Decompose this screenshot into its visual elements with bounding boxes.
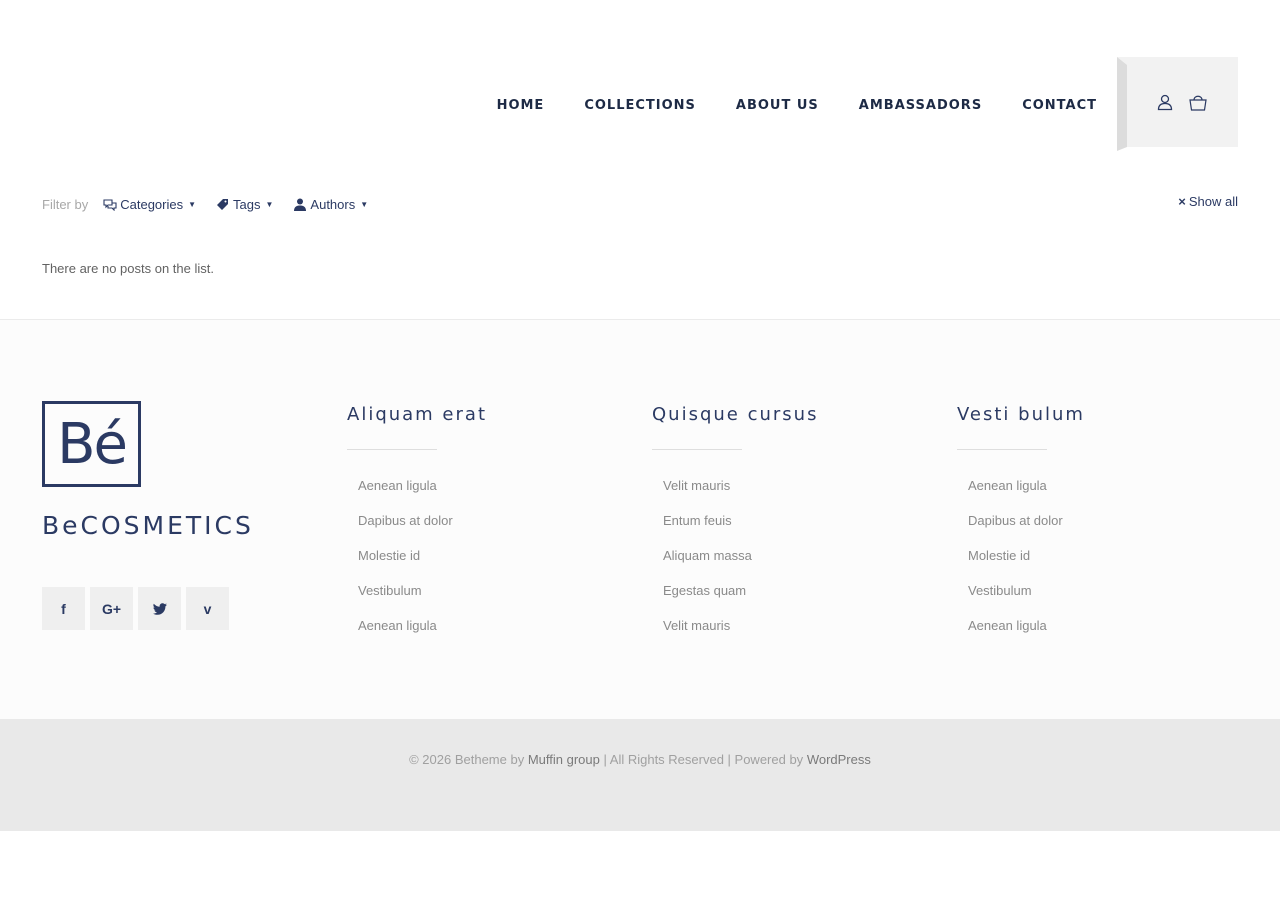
- filter-label: Filter by: [42, 196, 89, 212]
- facebook-icon[interactable]: f: [42, 587, 85, 630]
- nav-ambassadors[interactable]: AMBASSADORS: [859, 96, 982, 116]
- vimeo-icon[interactable]: v: [186, 587, 229, 630]
- user-icon[interactable]: [1156, 93, 1174, 111]
- show-all-button[interactable]: × Show all: [1178, 194, 1238, 209]
- show-all-label: Show all: [1188, 194, 1238, 209]
- divider: [957, 449, 1047, 450]
- filter-categories[interactable]: Categories ▼: [103, 197, 196, 212]
- nav-home[interactable]: HOME: [497, 96, 545, 116]
- comments-icon: [103, 198, 117, 211]
- copyright-text: © 2026 Betheme by Muffin group | All Rig…: [0, 752, 1280, 767]
- footer-widgets: Bé BeCOSMETICS f G+ v Aliquam erat Aenea…: [0, 319, 1280, 719]
- divider: [652, 449, 742, 450]
- top-bar-right: [1117, 57, 1238, 151]
- tag-icon: [217, 198, 229, 210]
- filter-authors[interactable]: Authors ▼: [293, 197, 368, 212]
- footer-link[interactable]: Vestibulum: [957, 573, 1227, 608]
- footer-column-2: Quisque cursus Velit mauris Entum feuis …: [652, 404, 922, 643]
- filter-tags-label: Tags: [233, 196, 261, 212]
- footer-link[interactable]: Velit mauris: [652, 468, 922, 503]
- footer-link[interactable]: Velit mauris: [652, 608, 922, 643]
- close-icon: ×: [1178, 194, 1186, 209]
- muffin-group-link[interactable]: Muffin group: [528, 752, 600, 767]
- social-links: f G+ v: [42, 587, 229, 630]
- main-nav: HOME COLLECTIONS ABOUT US AMBASSADORS CO…: [457, 96, 1097, 116]
- footer-column-title: Vesti bulum: [957, 404, 1085, 425]
- footer-link[interactable]: Aliquam massa: [652, 538, 922, 573]
- footer-logo[interactable]: Bé: [42, 401, 141, 487]
- footer-link[interactable]: Molestie id: [957, 538, 1227, 573]
- footer-column-3: Vesti bulum Aenean ligula Dapibus at dol…: [957, 404, 1227, 643]
- nav-about-us[interactable]: ABOUT US: [736, 96, 819, 116]
- footer-column-title: Aliquam erat: [347, 404, 487, 425]
- divider: [347, 449, 437, 450]
- footer-link[interactable]: Aenean ligula: [347, 468, 617, 503]
- brand-name: BeCOSMETICS: [42, 511, 254, 540]
- filter-categories-label: Categories: [120, 196, 184, 212]
- shopping-bag-icon[interactable]: [1188, 93, 1207, 111]
- footer-link[interactable]: Dapibus at dolor: [957, 503, 1227, 538]
- wordpress-link[interactable]: WordPress: [807, 752, 871, 767]
- footer-link[interactable]: Vestibulum: [347, 573, 617, 608]
- twitter-icon[interactable]: [138, 587, 181, 630]
- footer-link[interactable]: Aenean ligula: [347, 608, 617, 643]
- footer-link[interactable]: Entum feuis: [652, 503, 922, 538]
- filter-bar: Filter by Categories ▼ Tags ▼ Authors ▼ …: [42, 194, 1238, 214]
- caret-down-icon: ▼: [265, 199, 274, 209]
- footer-copyright: © 2026 Betheme by Muffin group | All Rig…: [0, 719, 1280, 831]
- copyright-prefix: © 2026 Betheme by: [409, 752, 525, 767]
- filter-tags[interactable]: Tags ▼: [216, 197, 273, 212]
- footer-link[interactable]: Egestas quam: [652, 573, 922, 608]
- user-icon: [294, 198, 307, 211]
- filter-authors-label: Authors: [310, 196, 356, 212]
- google-plus-icon[interactable]: G+: [90, 587, 133, 630]
- footer-column-1: Aliquam erat Aenean ligula Dapibus at do…: [347, 404, 617, 643]
- caret-down-icon: ▼: [188, 199, 197, 209]
- caret-down-icon: ▼: [360, 199, 369, 209]
- footer-link[interactable]: Aenean ligula: [957, 608, 1227, 643]
- footer-link[interactable]: Aenean ligula: [957, 468, 1227, 503]
- nav-contact[interactable]: CONTACT: [1022, 96, 1097, 116]
- footer-link[interactable]: Dapibus at dolor: [347, 503, 617, 538]
- copyright-middle: | All Rights Reserved | Powered by: [603, 752, 804, 767]
- empty-message: There are no posts on the list.: [42, 261, 214, 276]
- footer-link[interactable]: Molestie id: [347, 538, 617, 573]
- top-bar-fold: [1117, 57, 1127, 151]
- nav-collections[interactable]: COLLECTIONS: [584, 96, 696, 116]
- footer-column-title: Quisque cursus: [652, 404, 819, 425]
- site-header: HOME COLLECTIONS ABOUT US AMBASSADORS CO…: [0, 0, 1280, 170]
